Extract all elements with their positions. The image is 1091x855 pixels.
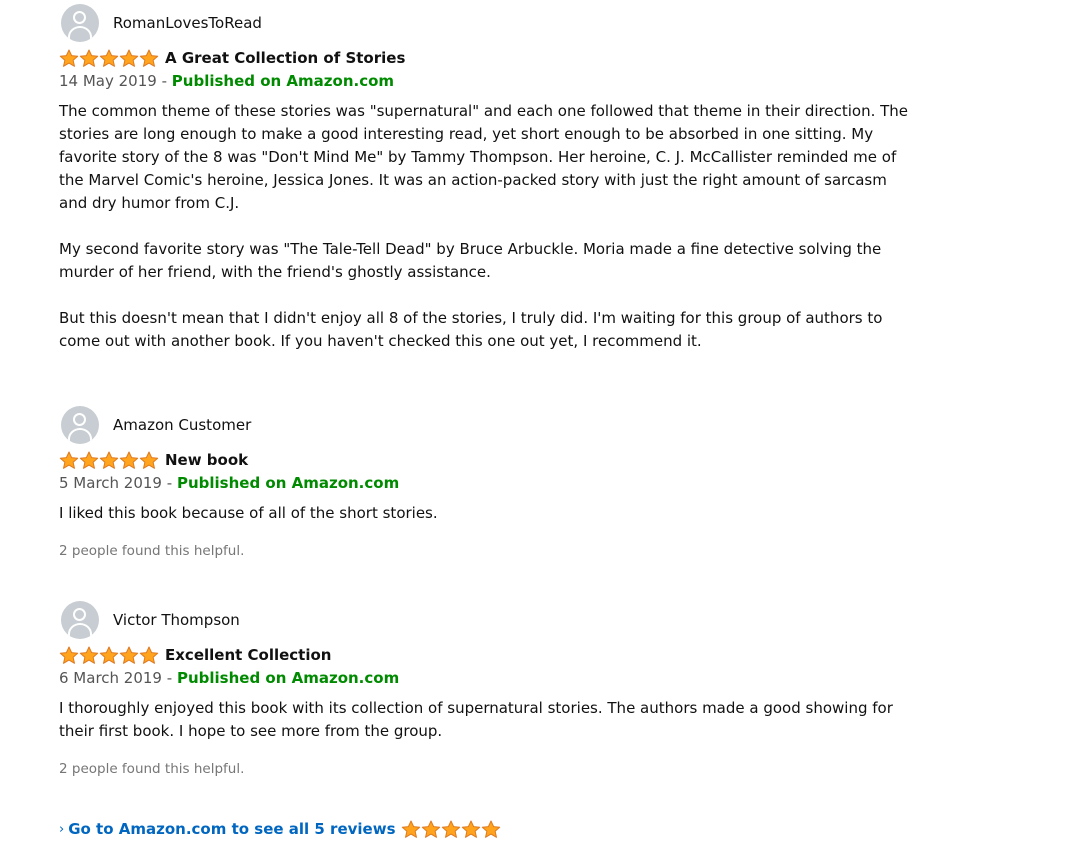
review-body: I liked this book because of all of the …	[59, 502, 911, 525]
review-body: The common theme of these stories was "s…	[59, 100, 911, 353]
star-icon	[139, 646, 159, 664]
star-icon	[401, 820, 420, 838]
star-rating[interactable]	[59, 646, 159, 665]
date-separator: -	[166, 474, 173, 492]
see-all-reviews-label[interactable]: Go to Amazon.com to see all 5 reviews	[68, 820, 395, 838]
star-icon	[99, 646, 119, 664]
star-icon	[441, 820, 460, 838]
star-icon	[59, 646, 79, 664]
star-icon	[59, 451, 79, 469]
review-paragraph: My second favorite story was "The Tale-T…	[59, 240, 882, 281]
chevron-right-icon: ›	[59, 821, 65, 837]
star-icon	[59, 49, 79, 67]
published-on-label: Published on Amazon.com	[176, 474, 400, 492]
review-card: RomanLovesToRead A Great Collection of S…	[59, 3, 911, 353]
helpful-count: 2 people found this helpful.	[59, 543, 245, 559]
user-avatar-icon	[61, 4, 99, 42]
review-card: Victor Thompson Excellent Collection 6 M…	[59, 600, 911, 777]
star-rating	[401, 820, 501, 839]
star-icon	[119, 451, 139, 469]
star-icon	[79, 451, 99, 469]
star-icon	[99, 49, 119, 67]
star-icon	[119, 49, 139, 67]
published-on-label: Published on Amazon.com	[171, 72, 395, 90]
review-body: I thoroughly enjoyed this book with its …	[59, 697, 911, 743]
star-icon	[139, 49, 159, 67]
review-paragraph: But this doesn't mean that I didn't enjo…	[59, 309, 883, 350]
star-icon	[481, 820, 500, 838]
review-date: 6 March 2019	[59, 669, 162, 687]
review-title-row: New book	[59, 449, 911, 471]
reviewer-profile[interactable]: Victor Thompson	[59, 600, 911, 640]
date-separator: -	[161, 72, 168, 90]
reviewer-name[interactable]: RomanLovesToRead	[113, 14, 262, 32]
review-title[interactable]: Excellent Collection	[165, 646, 331, 664]
date-separator: -	[166, 669, 173, 687]
reviewer-profile[interactable]: Amazon Customer	[59, 405, 911, 445]
star-icon	[99, 451, 119, 469]
star-icon	[119, 646, 139, 664]
review-paragraph: I thoroughly enjoyed this book with its …	[59, 699, 893, 740]
review-title-row: Excellent Collection	[59, 644, 911, 666]
review-date-row: 14 May 2019 - Published on Amazon.com	[59, 70, 911, 92]
star-icon	[79, 49, 99, 67]
review-title-row: A Great Collection of Stories	[59, 47, 911, 69]
star-icon	[139, 451, 159, 469]
star-icon	[421, 820, 440, 838]
star-rating[interactable]	[59, 49, 159, 68]
review-paragraph: The common theme of these stories was "s…	[59, 102, 909, 212]
reviewer-profile[interactable]: RomanLovesToRead	[59, 3, 911, 43]
review-date: 5 March 2019	[59, 474, 162, 492]
review-date-row: 5 March 2019 - Published on Amazon.com	[59, 472, 911, 494]
reviewer-name[interactable]: Victor Thompson	[113, 611, 240, 629]
review-card: Amazon Customer New book 5 March 2019 - …	[59, 405, 911, 559]
star-icon	[461, 820, 480, 838]
review-title[interactable]: New book	[165, 451, 248, 469]
helpful-count: 2 people found this helpful.	[59, 761, 245, 777]
review-title[interactable]: A Great Collection of Stories	[165, 49, 405, 67]
star-icon	[79, 646, 99, 664]
user-avatar-icon	[61, 601, 99, 639]
review-date: 14 May 2019	[59, 72, 157, 90]
review-date-row: 6 March 2019 - Published on Amazon.com	[59, 667, 911, 689]
review-paragraph: I liked this book because of all of the …	[59, 504, 438, 522]
published-on-label: Published on Amazon.com	[176, 669, 400, 687]
reviewer-name[interactable]: Amazon Customer	[113, 416, 251, 434]
user-avatar-icon	[61, 406, 99, 444]
star-rating[interactable]	[59, 451, 159, 470]
see-all-reviews-link[interactable]: › Go to Amazon.com to see all 5 reviews	[59, 818, 501, 840]
